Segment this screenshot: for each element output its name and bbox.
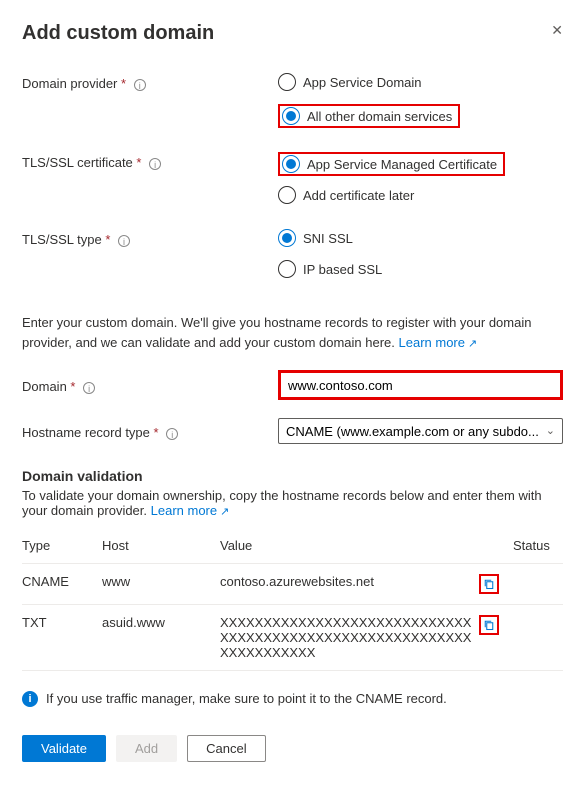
radio-ip-ssl[interactable]: IP based SSL bbox=[278, 260, 563, 278]
table-row: CNAME www contoso.azurewebsites.net bbox=[22, 564, 563, 605]
info-icon[interactable]: i bbox=[166, 428, 178, 440]
radio-icon bbox=[278, 260, 296, 278]
validation-table: Type Host Value Status CNAME www contoso… bbox=[22, 528, 563, 671]
note-text: If you use traffic manager, make sure to… bbox=[46, 691, 447, 706]
required-asterisk: * bbox=[136, 155, 141, 170]
radio-app-service-domain[interactable]: App Service Domain bbox=[278, 73, 563, 91]
table-row: TXT asuid.www XXXXXXXXXXXXXXXXXXXXXXXXXX… bbox=[22, 605, 563, 671]
hostname-record-label: Hostname record type bbox=[22, 425, 150, 440]
radio-label: App Service Managed Certificate bbox=[307, 157, 497, 172]
radio-label: Add certificate later bbox=[303, 188, 414, 203]
domain-label: Domain bbox=[22, 379, 67, 394]
domain-provider-label: Domain provider bbox=[22, 76, 117, 91]
required-asterisk: * bbox=[70, 379, 75, 394]
info-icon[interactable]: i bbox=[134, 79, 146, 91]
col-type: Type bbox=[22, 528, 102, 564]
external-link-icon: ↗ bbox=[220, 506, 229, 518]
radio-all-other-domain-services[interactable]: All other domain services bbox=[282, 107, 452, 125]
tls-cert-label: TLS/SSL certificate bbox=[22, 155, 133, 170]
radio-add-cert-later[interactable]: Add certificate later bbox=[278, 186, 563, 204]
validate-button[interactable]: Validate bbox=[22, 735, 106, 762]
radio-label: SNI SSL bbox=[303, 231, 353, 246]
copy-icon bbox=[483, 619, 495, 631]
external-link-icon: ↗ bbox=[468, 338, 477, 350]
domain-validation-heading: Domain validation bbox=[22, 468, 563, 484]
learn-more-link[interactable]: Learn more↗ bbox=[399, 335, 478, 350]
info-icon[interactable]: i bbox=[149, 158, 161, 170]
hostname-record-select[interactable]: CNAME (www.example.com or any subdo... bbox=[278, 418, 563, 444]
radio-sni-ssl[interactable]: SNI SSL bbox=[278, 229, 563, 247]
radio-icon bbox=[278, 73, 296, 91]
radio-label: App Service Domain bbox=[303, 75, 422, 90]
domain-input[interactable] bbox=[281, 373, 560, 397]
info-icon[interactable]: i bbox=[118, 235, 130, 247]
col-value: Value bbox=[220, 528, 479, 564]
radio-icon bbox=[278, 229, 296, 247]
tls-type-label: TLS/SSL type bbox=[22, 232, 102, 247]
col-host: Host bbox=[102, 528, 220, 564]
required-asterisk: * bbox=[105, 232, 110, 247]
required-asterisk: * bbox=[121, 76, 126, 91]
page-title: Add custom domain bbox=[22, 22, 214, 45]
radio-icon bbox=[282, 155, 300, 173]
add-button: Add bbox=[116, 735, 177, 762]
radio-icon bbox=[278, 186, 296, 204]
learn-more-link[interactable]: Learn more↗ bbox=[151, 503, 230, 518]
copy-icon bbox=[483, 578, 495, 590]
radio-label: All other domain services bbox=[307, 109, 452, 124]
required-asterisk: * bbox=[154, 425, 159, 440]
col-status: Status bbox=[513, 528, 563, 564]
info-icon[interactable]: i bbox=[83, 382, 95, 394]
info-icon: i bbox=[22, 691, 38, 707]
copy-button[interactable] bbox=[479, 574, 499, 594]
radio-label: IP based SSL bbox=[303, 262, 382, 277]
radio-icon bbox=[282, 107, 300, 125]
close-icon[interactable]: ✕ bbox=[551, 22, 563, 39]
cancel-button[interactable]: Cancel bbox=[187, 735, 265, 762]
copy-button[interactable] bbox=[479, 615, 499, 635]
validation-desc: To validate your domain ownership, copy … bbox=[22, 488, 542, 518]
radio-managed-cert[interactable]: App Service Managed Certificate bbox=[282, 155, 497, 173]
